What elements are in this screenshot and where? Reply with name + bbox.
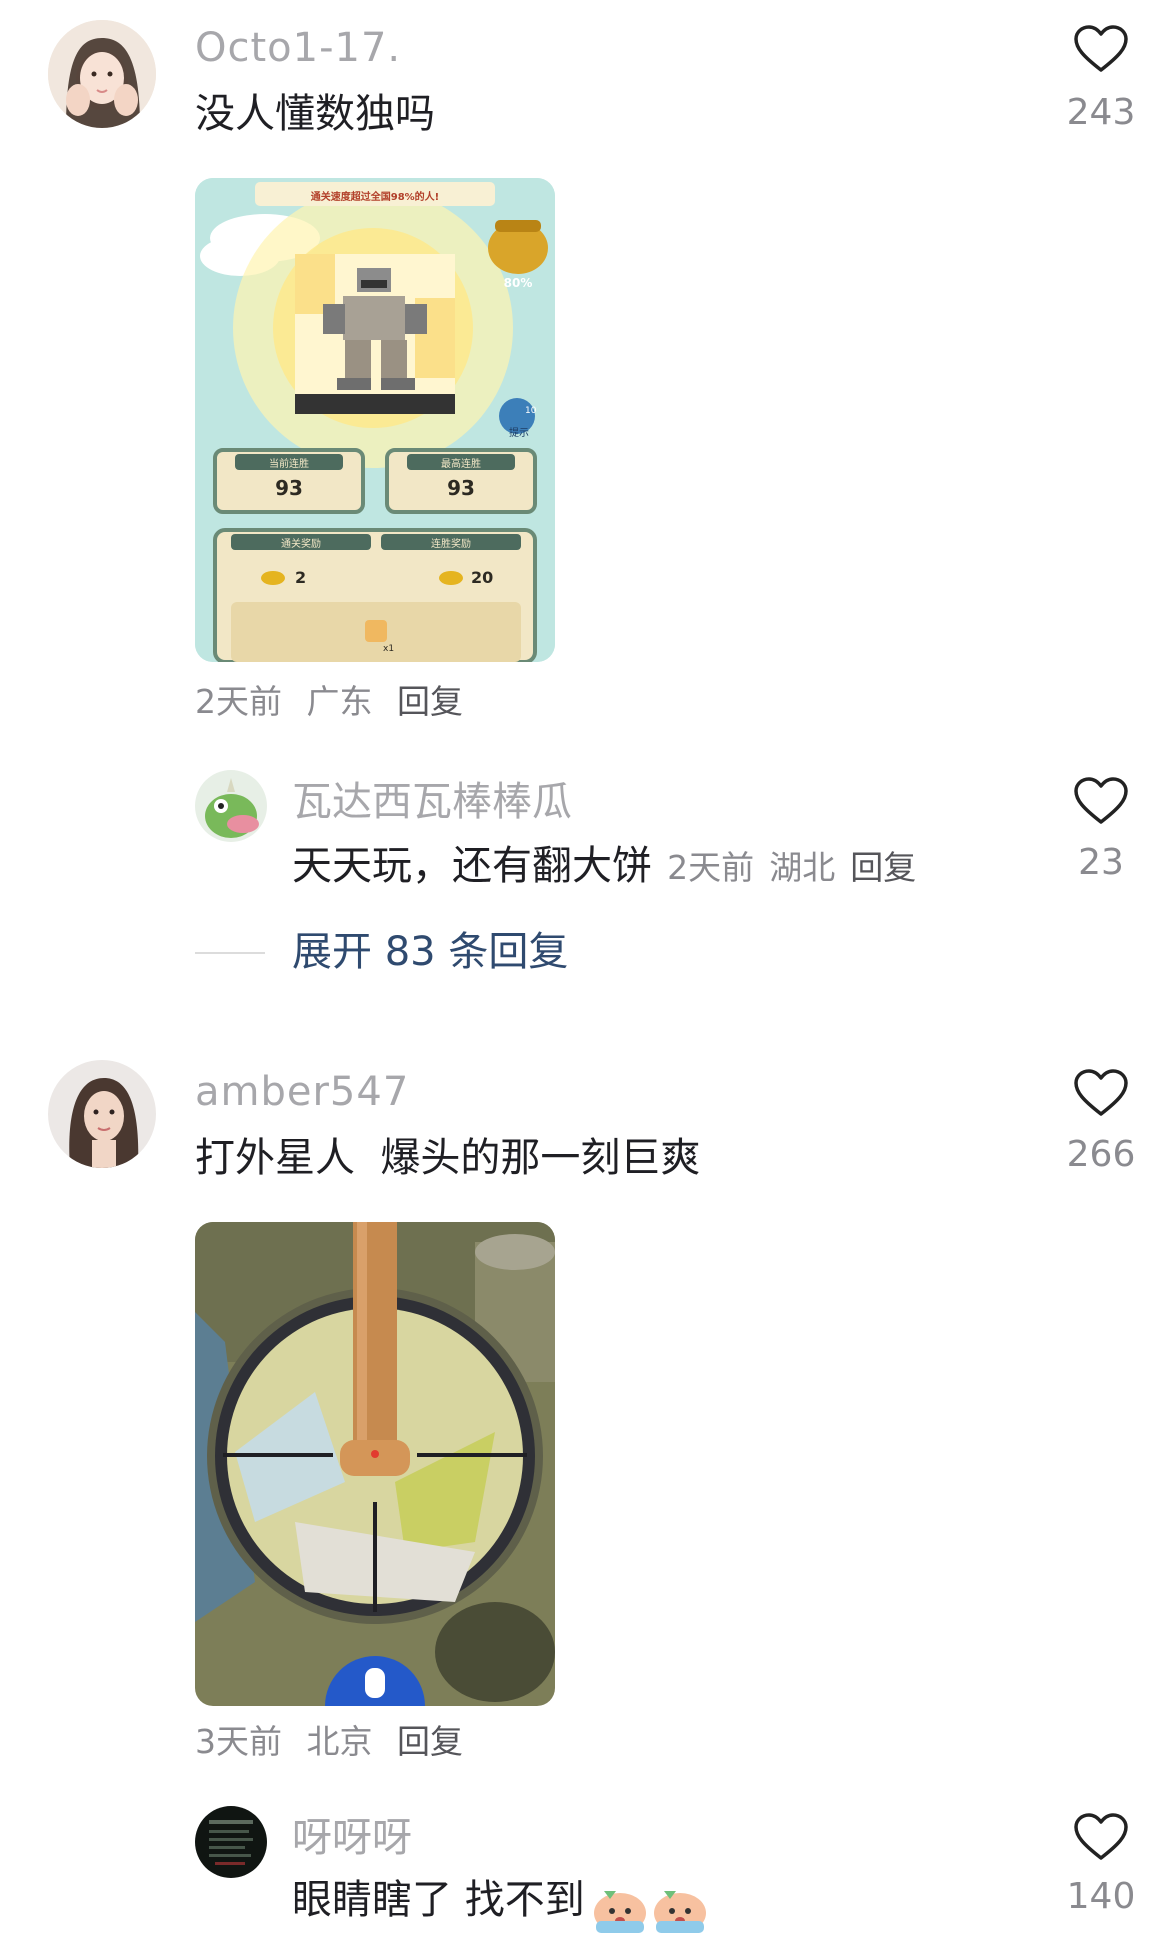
comment-time: 2天前 [195,682,282,721]
image-hint-count: 10 [525,406,537,416]
like-count: 243 [1066,92,1136,133]
comment-image[interactable]: 通关速度超过全国98%的人! 80% 10 提示 当前连胜 93 最高连胜 93… [195,178,555,662]
reward-value: 20 [471,568,494,587]
crying-emoji-icon [593,1890,646,1933]
heart-outline-icon[interactable] [1073,1068,1129,1118]
heart-outline-icon[interactable] [1073,776,1129,826]
reply-button[interactable]: 回复 [397,682,463,721]
reply-username[interactable]: 瓦达西瓦棒棒瓜 [292,778,572,826]
reply-button[interactable]: 回复 [397,1722,463,1761]
image-hint-label: 提示 [509,428,529,439]
reply-content: 眼睛瞎了 找不到 [292,1874,710,1935]
stat-value: 93 [275,476,303,500]
reply-time: 2天前 [667,848,755,887]
reply-avatar[interactable] [195,770,267,842]
reply-text: 眼睛瞎了 找不到 [292,1877,585,1923]
heart-outline-icon[interactable] [1073,1812,1129,1862]
comment-username[interactable]: amber547 [195,1068,409,1116]
reward-label: 通关奖励 [281,539,321,550]
image-banner-text: 通关速度超过全国98%的人! [310,192,440,203]
comment-location: 北京 [306,1722,373,1761]
image-badge-text: 80% [503,276,533,290]
stat-label: 最高连胜 [441,459,481,470]
comment-text: 没人懂数独吗 [195,91,435,137]
like-count: 266 [1066,1134,1136,1175]
reply-location: 湖北 [769,848,836,887]
reward-label: 连胜奖励 [431,539,471,550]
stat-label: 当前连胜 [269,459,309,470]
user-avatar[interactable] [48,1060,156,1168]
game-screenshot-art [195,178,555,662]
reply-text: 天天玩，还有翻大饼 [292,843,652,889]
reply-username[interactable]: 呀呀呀 [292,1814,412,1862]
reply-reply-button[interactable]: 回复 [850,848,916,887]
comment-username[interactable]: Octo1-17. [195,24,401,72]
user-avatar[interactable] [48,20,156,128]
comment-location: 广东 [306,682,373,721]
crying-emoji-icon [653,1890,706,1933]
reply-avatar[interactable] [195,1806,267,1878]
stat-value: 93 [447,476,475,500]
puzzle-count: x1 [383,644,395,654]
comment-meta: 2天前 广东 回复 [195,682,463,722]
comment-image[interactable] [195,1222,555,1706]
expand-divider [195,952,265,954]
comment-time: 3天前 [195,1722,282,1761]
reply-content: 天天玩，还有翻大饼 2天前 湖北 回复 [292,840,916,892]
heart-outline-icon[interactable] [1073,24,1129,74]
expand-replies-button[interactable]: 展开 83 条回复 [292,926,568,978]
reply-like-count: 23 [1078,842,1124,883]
sniper-scope-art [195,1222,555,1706]
comment-text: 打外星人 爆头的那一刻巨爽 [195,1135,701,1181]
comment-meta: 3天前 北京 回复 [195,1722,463,1762]
reward-value: 2 [295,568,307,587]
reply-like-count: 140 [1066,1876,1136,1917]
